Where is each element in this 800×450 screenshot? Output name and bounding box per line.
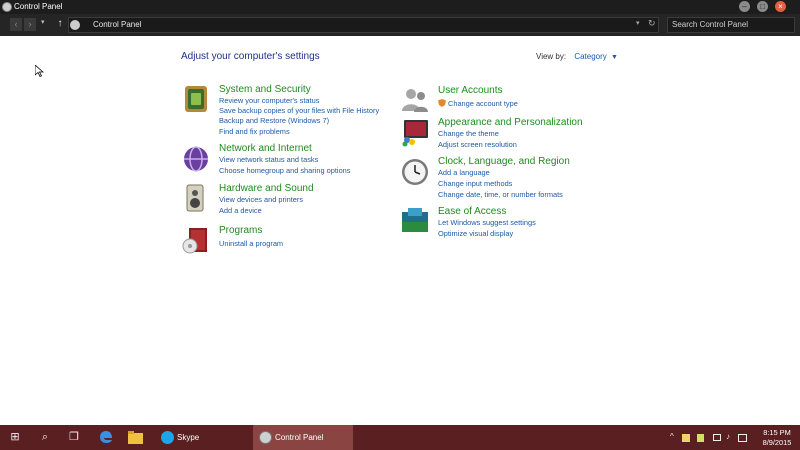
system-security-icon[interactable] bbox=[181, 84, 211, 114]
start-button[interactable]: ⊞ bbox=[7, 429, 23, 445]
category-title[interactable]: Clock, Language, and Region bbox=[438, 156, 570, 167]
category-title[interactable]: Programs bbox=[219, 225, 262, 236]
uac-shield-icon bbox=[438, 99, 446, 107]
link-uninstall-program[interactable]: Uninstall a program bbox=[219, 239, 283, 248]
link-windows-suggest-settings[interactable]: Let Windows suggest settings bbox=[438, 218, 536, 227]
tray-notification-icon[interactable] bbox=[682, 434, 690, 442]
view-by-dropdown[interactable]: Category bbox=[574, 52, 606, 61]
address-dropdown-button[interactable]: ▾ bbox=[636, 19, 640, 27]
clock-icon[interactable] bbox=[400, 156, 430, 186]
clock-date: 8/9/2015 bbox=[762, 438, 792, 447]
control-panel-icon bbox=[259, 431, 272, 444]
up-button[interactable]: ↑ bbox=[54, 18, 66, 30]
tray-chevron-icon[interactable]: ^ bbox=[670, 432, 674, 441]
taskbar-app-skype[interactable]: Skype bbox=[155, 425, 251, 450]
category-title[interactable]: Appearance and Personalization bbox=[438, 117, 583, 128]
tray-action-center-icon[interactable] bbox=[738, 434, 747, 442]
edge-browser-icon[interactable] bbox=[99, 430, 113, 444]
link-network-status[interactable]: View network status and tasks bbox=[219, 155, 318, 164]
clock-time: 8:15 PM bbox=[763, 428, 791, 437]
link-optimize-visual-display[interactable]: Optimize visual display bbox=[438, 229, 513, 238]
search-icon[interactable]: ⌕ bbox=[37, 429, 53, 445]
window-title: Control Panel bbox=[14, 2, 63, 11]
network-globe-icon[interactable] bbox=[181, 143, 211, 173]
link-review-status[interactable]: Review your computer's status bbox=[219, 96, 319, 105]
speaker-icon[interactable] bbox=[181, 183, 211, 213]
address-bar: ‹ › ▾ ↑ Control Panel ▾ ↻ Search Control… bbox=[0, 14, 800, 36]
address-field[interactable]: Control Panel ▾ ↻ bbox=[68, 17, 659, 33]
category-system-security: System and Security Review your computer… bbox=[181, 84, 401, 144]
tray-battery-icon[interactable] bbox=[697, 434, 704, 442]
recent-locations-button[interactable]: ▾ bbox=[41, 18, 45, 26]
programs-box-icon[interactable] bbox=[181, 225, 211, 255]
title-bar: Control Panel – □ × bbox=[0, 0, 800, 14]
link-add-language[interactable]: Add a language bbox=[438, 168, 490, 177]
taskbar-app-control-panel[interactable]: Control Panel bbox=[253, 425, 353, 450]
forward-button[interactable]: › bbox=[24, 18, 36, 31]
close-button[interactable]: × bbox=[775, 1, 786, 12]
link-file-history[interactable]: Save backup copies of your files with Fi… bbox=[219, 106, 379, 115]
breadcrumb[interactable]: Control Panel bbox=[93, 20, 141, 29]
link-devices-printers[interactable]: View devices and printers bbox=[219, 195, 303, 204]
category-title[interactable]: User Accounts bbox=[438, 85, 502, 96]
link-text: Change account type bbox=[448, 99, 518, 108]
link-homegroup[interactable]: Choose homegroup and sharing options bbox=[219, 166, 350, 175]
back-button[interactable]: ‹ bbox=[10, 18, 22, 31]
tray-volume-icon[interactable]: ♪ bbox=[726, 432, 730, 441]
category-programs: Programs Uninstall a program bbox=[181, 225, 401, 255]
category-appearance: Appearance and Personalization Change th… bbox=[400, 117, 640, 153]
skype-icon bbox=[161, 431, 174, 444]
view-by: View by: Category ▼ bbox=[536, 52, 618, 61]
refresh-button[interactable]: ↻ bbox=[648, 18, 656, 29]
link-screen-resolution[interactable]: Adjust screen resolution bbox=[438, 140, 517, 149]
mouse-cursor-icon bbox=[35, 65, 44, 77]
tray-network-icon[interactable] bbox=[713, 434, 721, 441]
task-view-icon[interactable]: ❐ bbox=[66, 429, 82, 445]
appearance-monitor-icon[interactable] bbox=[400, 117, 430, 147]
clock[interactable]: 8:15 PM 8/9/2015 bbox=[758, 428, 796, 448]
category-hardware-sound: Hardware and Sound View devices and prin… bbox=[181, 183, 401, 219]
search-input[interactable]: Search Control Panel bbox=[667, 17, 795, 33]
category-title[interactable]: Network and Internet bbox=[219, 143, 312, 154]
users-icon[interactable] bbox=[400, 85, 430, 115]
file-explorer-icon[interactable] bbox=[128, 431, 143, 444]
link-change-theme[interactable]: Change the theme bbox=[438, 129, 499, 138]
control-panel-icon bbox=[2, 2, 12, 12]
category-ease-of-access: Ease of Access Let Windows suggest setti… bbox=[400, 206, 640, 242]
link-input-methods[interactable]: Change input methods bbox=[438, 179, 512, 188]
category-user-accounts: User Accounts Change account type bbox=[400, 85, 620, 113]
category-network-internet: Network and Internet View network status… bbox=[181, 143, 401, 179]
taskbar: ⊞ ⌕ ❐ Skype Control Panel ^ ♪ 8:15 PM 8/… bbox=[0, 425, 800, 450]
control-panel-icon bbox=[70, 20, 80, 30]
link-find-fix-problems[interactable]: Find and fix problems bbox=[219, 127, 290, 136]
category-clock-language-region: Clock, Language, and Region Add a langua… bbox=[400, 156, 640, 202]
category-title[interactable]: Ease of Access bbox=[438, 206, 506, 217]
control-panel-window: Control Panel – □ × ‹ › ▾ ↑ Control Pane… bbox=[0, 0, 800, 450]
link-add-device[interactable]: Add a device bbox=[219, 206, 262, 215]
page-title: Adjust your computer's settings bbox=[181, 51, 320, 62]
link-change-account-type[interactable]: Change account type bbox=[438, 99, 518, 108]
taskbar-app-label: Control Panel bbox=[275, 433, 324, 442]
caret-down-icon[interactable]: ▼ bbox=[611, 54, 618, 61]
view-by-label: View by: bbox=[536, 52, 567, 61]
category-title[interactable]: Hardware and Sound bbox=[219, 183, 314, 194]
taskbar-app-label: Skype bbox=[177, 433, 200, 442]
ease-of-access-icon[interactable] bbox=[400, 206, 430, 236]
link-backup-restore[interactable]: Backup and Restore (Windows 7) bbox=[219, 116, 329, 125]
minimize-button[interactable]: – bbox=[739, 1, 750, 12]
category-title[interactable]: System and Security bbox=[219, 84, 311, 95]
link-date-time-formats[interactable]: Change date, time, or number formats bbox=[438, 190, 563, 199]
maximize-button[interactable]: □ bbox=[757, 1, 768, 12]
